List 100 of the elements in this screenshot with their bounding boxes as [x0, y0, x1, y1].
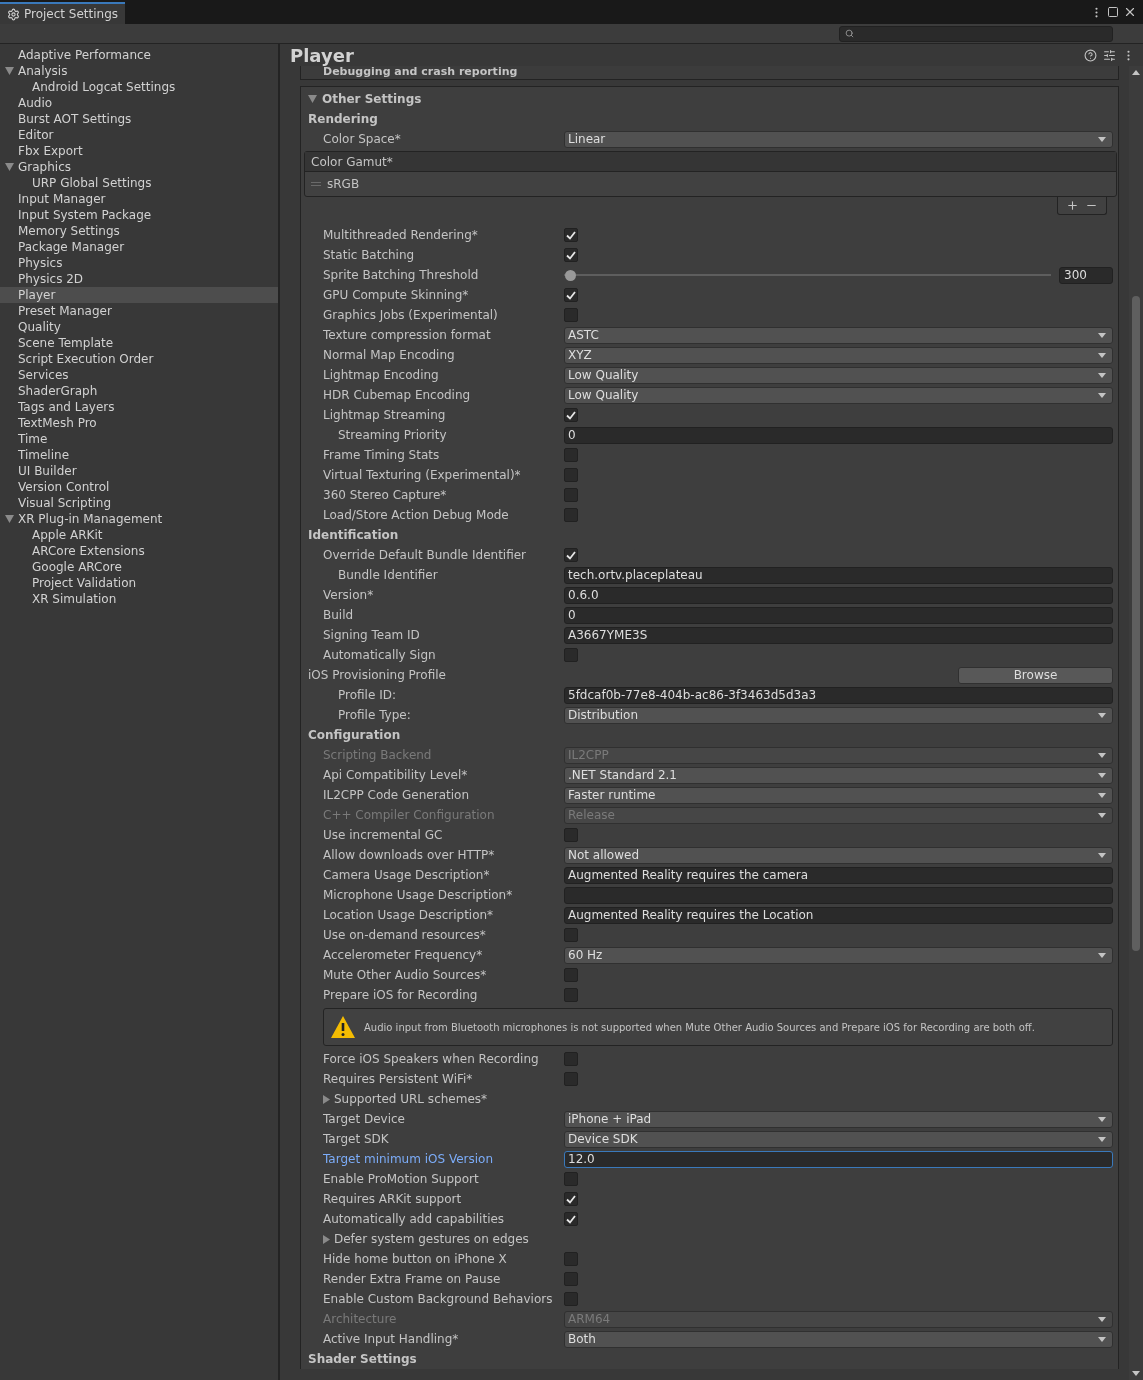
- sliders-icon[interactable]: [1103, 48, 1116, 62]
- close-icon[interactable]: [1123, 5, 1137, 19]
- drag-handle-icon[interactable]: [311, 182, 321, 186]
- sidebar-item[interactable]: Visual Scripting: [0, 495, 278, 511]
- checkbox[interactable]: [564, 828, 578, 842]
- sidebar-item[interactable]: UI Builder: [0, 463, 278, 479]
- sidebar-item[interactable]: Timeline: [0, 447, 278, 463]
- checkbox[interactable]: [564, 1072, 578, 1086]
- sidebar-item[interactable]: Adaptive Performance: [0, 47, 278, 63]
- dropdown[interactable]: Low Quality: [564, 386, 1113, 404]
- sidebar-item[interactable]: Script Execution Order: [0, 351, 278, 367]
- sidebar-item[interactable]: Quality: [0, 319, 278, 335]
- checkbox[interactable]: [564, 1192, 578, 1206]
- dropdown[interactable]: Not allowed: [564, 846, 1113, 864]
- scroll-down-icon[interactable]: [1132, 1371, 1140, 1376]
- sidebar-item[interactable]: Android Logcat Settings: [0, 79, 278, 95]
- expand-arrow-icon[interactable]: [5, 67, 14, 75]
- checkbox[interactable]: [564, 928, 578, 942]
- sidebar-item[interactable]: Player: [0, 287, 278, 303]
- checkbox[interactable]: [564, 248, 578, 262]
- checkbox[interactable]: [564, 508, 578, 522]
- sidebar-item[interactable]: Physics: [0, 255, 278, 271]
- input-field[interactable]: [564, 886, 1113, 904]
- input-field[interactable]: Augmented Reality requires the camera: [564, 866, 1113, 884]
- dropdown[interactable]: XYZ: [564, 346, 1113, 364]
- input-field[interactable]: 0: [564, 606, 1113, 624]
- sidebar-item[interactable]: Scene Template: [0, 335, 278, 351]
- sidebar-item[interactable]: URP Global Settings: [0, 175, 278, 191]
- sidebar-item[interactable]: Analysis: [0, 63, 278, 79]
- browse-button[interactable]: Browse: [958, 666, 1113, 684]
- dropdown[interactable]: Faster runtime: [564, 786, 1113, 804]
- sidebar-item[interactable]: Input System Package: [0, 207, 278, 223]
- number-field[interactable]: 300: [1059, 266, 1113, 284]
- sidebar-item[interactable]: Memory Settings: [0, 223, 278, 239]
- collapse-arrow-icon[interactable]: [323, 1094, 330, 1104]
- sidebar-item[interactable]: ShaderGraph: [0, 383, 278, 399]
- sidebar-item[interactable]: XR Plug-in Management: [0, 511, 278, 527]
- dropdown[interactable]: Linear: [564, 130, 1113, 148]
- slider-thumb[interactable]: [565, 269, 576, 281]
- checkbox[interactable]: [564, 1172, 578, 1186]
- sidebar-item[interactable]: Google ARCore: [0, 559, 278, 575]
- input-field[interactable]: Augmented Reality requires the Location: [564, 906, 1113, 924]
- checkbox[interactable]: [564, 1292, 578, 1306]
- checkbox[interactable]: [564, 968, 578, 982]
- section-title[interactable]: Other Settings: [322, 92, 422, 106]
- sidebar-item[interactable]: Graphics: [0, 159, 278, 175]
- foldout-label[interactable]: Defer system gestures on edges: [334, 1232, 529, 1246]
- checkbox[interactable]: [564, 1272, 578, 1286]
- expand-arrow-icon[interactable]: [5, 515, 14, 523]
- input-field[interactable]: 0: [564, 426, 1113, 444]
- dropdown[interactable]: .NET Standard 2.1: [564, 766, 1113, 784]
- sidebar-item[interactable]: Physics 2D: [0, 271, 278, 287]
- sidebar-item[interactable]: Project Validation: [0, 575, 278, 591]
- input-field[interactable]: 5fdcaf0b-77e8-404b-ac86-3f3463d5d3a3: [564, 686, 1113, 704]
- sidebar-item[interactable]: Editor: [0, 127, 278, 143]
- checkbox[interactable]: [564, 408, 578, 422]
- sidebar-item[interactable]: Fbx Export: [0, 143, 278, 159]
- maximize-icon[interactable]: [1107, 6, 1119, 18]
- help-icon[interactable]: [1084, 48, 1097, 62]
- dropdown[interactable]: iPhone + iPad: [564, 1110, 1113, 1128]
- checkbox[interactable]: [564, 288, 578, 302]
- list-item[interactable]: sRGB: [327, 177, 360, 191]
- expand-arrow-icon[interactable]: [5, 163, 14, 171]
- sidebar-item[interactable]: Time: [0, 431, 278, 447]
- scroll-up-icon[interactable]: [1132, 70, 1140, 75]
- sidebar-item[interactable]: Audio: [0, 95, 278, 111]
- expand-arrow-icon[interactable]: [308, 95, 317, 103]
- dropdown[interactable]: Distribution: [564, 706, 1113, 724]
- sidebar-item[interactable]: TextMesh Pro: [0, 415, 278, 431]
- input-field[interactable]: 0.6.0: [564, 586, 1113, 604]
- window-tab[interactable]: Project Settings: [0, 2, 125, 24]
- checkbox[interactable]: [564, 988, 578, 1002]
- input-field[interactable]: tech.ortv.placeplateau: [564, 566, 1113, 584]
- checkbox[interactable]: [564, 448, 578, 462]
- collapse-arrow-icon[interactable]: [323, 1234, 330, 1244]
- dropdown[interactable]: ASTC: [564, 326, 1113, 344]
- sidebar-item[interactable]: Preset Manager: [0, 303, 278, 319]
- dropdown[interactable]: Low Quality: [564, 366, 1113, 384]
- dropdown[interactable]: Device SDK: [564, 1130, 1113, 1148]
- checkbox[interactable]: [564, 228, 578, 242]
- sidebar-item[interactable]: Burst AOT Settings: [0, 111, 278, 127]
- sidebar-item[interactable]: Input Manager: [0, 191, 278, 207]
- scroll-thumb[interactable]: [1132, 296, 1140, 951]
- sidebar-item[interactable]: XR Simulation: [0, 591, 278, 607]
- checkbox[interactable]: [564, 488, 578, 502]
- checkbox[interactable]: [564, 1052, 578, 1066]
- add-icon[interactable]: [1066, 199, 1079, 212]
- checkbox[interactable]: [564, 468, 578, 482]
- input-field[interactable]: A3667YME3S: [564, 626, 1113, 644]
- dropdown[interactable]: 60 Hz: [564, 946, 1113, 964]
- sidebar-item[interactable]: Version Control: [0, 479, 278, 495]
- checkbox[interactable]: [564, 548, 578, 562]
- scroll-bar[interactable]: [1129, 66, 1143, 1380]
- dropdown[interactable]: Both: [564, 1330, 1113, 1348]
- sidebar-item[interactable]: Tags and Layers: [0, 399, 278, 415]
- checkbox[interactable]: [564, 648, 578, 662]
- checkbox[interactable]: [564, 1212, 578, 1226]
- input-field[interactable]: 12.0: [564, 1150, 1113, 1168]
- checkbox[interactable]: [564, 1252, 578, 1266]
- sidebar-item[interactable]: Apple ARKit: [0, 527, 278, 543]
